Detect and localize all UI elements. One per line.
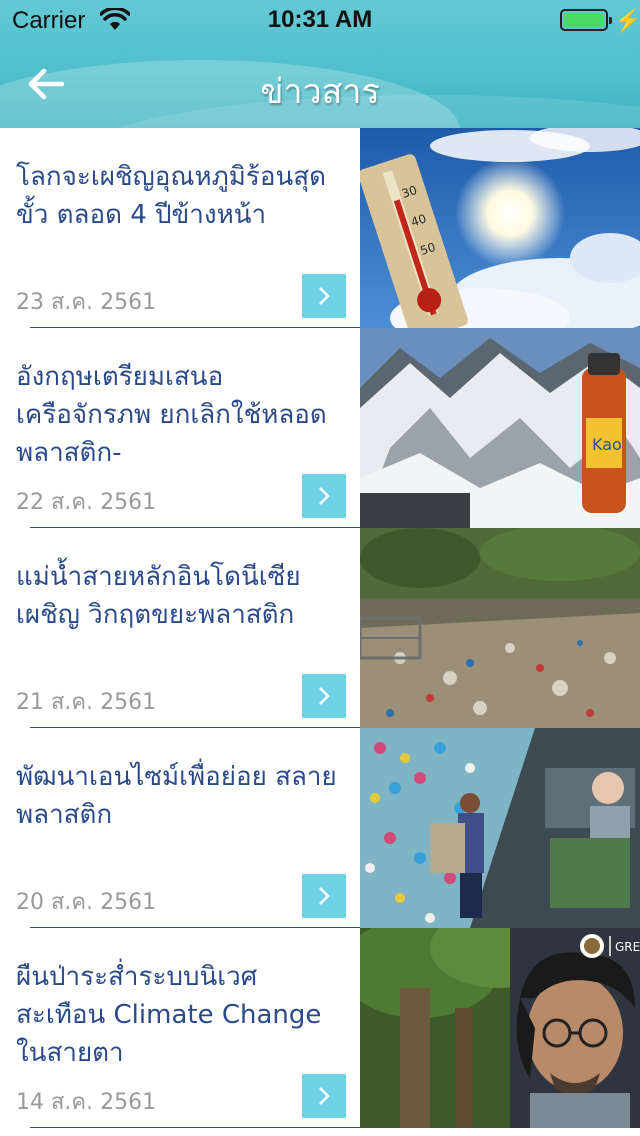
news-item[interactable]: พัฒนาเอนไซม์เพื่อย่อย สลายพลาสติก 20 ส.ค… xyxy=(0,728,640,928)
read-more-button[interactable] xyxy=(302,274,346,318)
thumbnail-watermark-text: GREE xyxy=(615,940,640,954)
read-more-button[interactable] xyxy=(302,874,346,918)
news-title[interactable]: แม่น้ำสายหลักอินโดนีเซียเผชิญ วิกฤตขยะพล… xyxy=(16,558,346,634)
svg-text:Kao: Kao xyxy=(592,435,622,454)
thermometer-sun-image: 30 40 50 xyxy=(360,128,640,328)
battery-icon xyxy=(560,9,612,31)
divider xyxy=(30,1127,360,1128)
status-time: 10:31 AM xyxy=(267,6,373,33)
snowy-mountains-image: Kao xyxy=(360,328,640,528)
read-more-button[interactable] xyxy=(302,1074,346,1118)
news-date: 22 ส.ค. 2561 xyxy=(16,490,157,515)
chevron-right-icon xyxy=(319,887,330,905)
forest-portrait-image: GREE xyxy=(360,928,640,1128)
news-title[interactable]: พัฒนาเอนไซม์เพื่อย่อย สลายพลาสติก xyxy=(16,758,346,834)
news-date: 14 ส.ค. 2561 xyxy=(16,1090,157,1115)
news-thumbnail[interactable]: Kao xyxy=(360,328,640,528)
read-more-button[interactable] xyxy=(302,674,346,718)
news-item[interactable]: ผืนป่าระส่ำระบบนิเวศสะเทือน Climate Chan… xyxy=(0,928,640,1128)
charging-bolt-icon: ⚡ xyxy=(614,8,640,33)
news-item[interactable]: โลกจะเผชิญอุณหภูมิร้อนสุดขั้ว ตลอด 4 ปีข… xyxy=(0,128,640,328)
news-date: 21 ส.ค. 2561 xyxy=(16,690,157,715)
news-thumbnail[interactable] xyxy=(360,728,640,928)
news-thumbnail[interactable]: GREE xyxy=(360,928,640,1128)
news-thumbnail[interactable] xyxy=(360,528,640,728)
chevron-right-icon xyxy=(319,487,330,505)
news-title[interactable]: โลกจะเผชิญอุณหภูมิร้อนสุดขั้ว ตลอด 4 ปีข… xyxy=(16,158,346,234)
news-date: 23 ส.ค. 2561 xyxy=(16,290,157,315)
news-list: โลกจะเผชิญอุณหภูมิร้อนสุดขั้ว ตลอด 4 ปีข… xyxy=(0,128,640,1128)
plastic-bottles-lab-image xyxy=(360,728,640,928)
news-title[interactable]: อังกฤษเตรียมเสนอเครือจักรภพ ยกเลิกใช้หลอ… xyxy=(16,358,346,472)
status-bar: Carrier 10:31 AM ⚡ xyxy=(0,0,640,40)
page-title: ข่าวสาร xyxy=(260,72,380,112)
chevron-right-icon xyxy=(319,287,330,305)
news-item[interactable]: แม่น้ำสายหลักอินโดนีเซียเผชิญ วิกฤตขยะพล… xyxy=(0,528,640,728)
news-title[interactable]: ผืนป่าระส่ำระบบนิเวศสะเทือน Climate Chan… xyxy=(16,958,346,1072)
news-item[interactable]: อังกฤษเตรียมเสนอเครือจักรภพ ยกเลิกใช้หลอ… xyxy=(0,328,640,528)
river-plastic-waste-image xyxy=(360,528,640,728)
app-header: Carrier 10:31 AM ⚡ ข่าวสาร xyxy=(0,0,640,128)
chevron-right-icon xyxy=(319,687,330,705)
news-date: 20 ส.ค. 2561 xyxy=(16,890,157,915)
news-thumbnail[interactable]: 30 40 50 xyxy=(360,128,640,328)
chevron-right-icon xyxy=(319,1087,330,1105)
read-more-button[interactable] xyxy=(302,474,346,518)
